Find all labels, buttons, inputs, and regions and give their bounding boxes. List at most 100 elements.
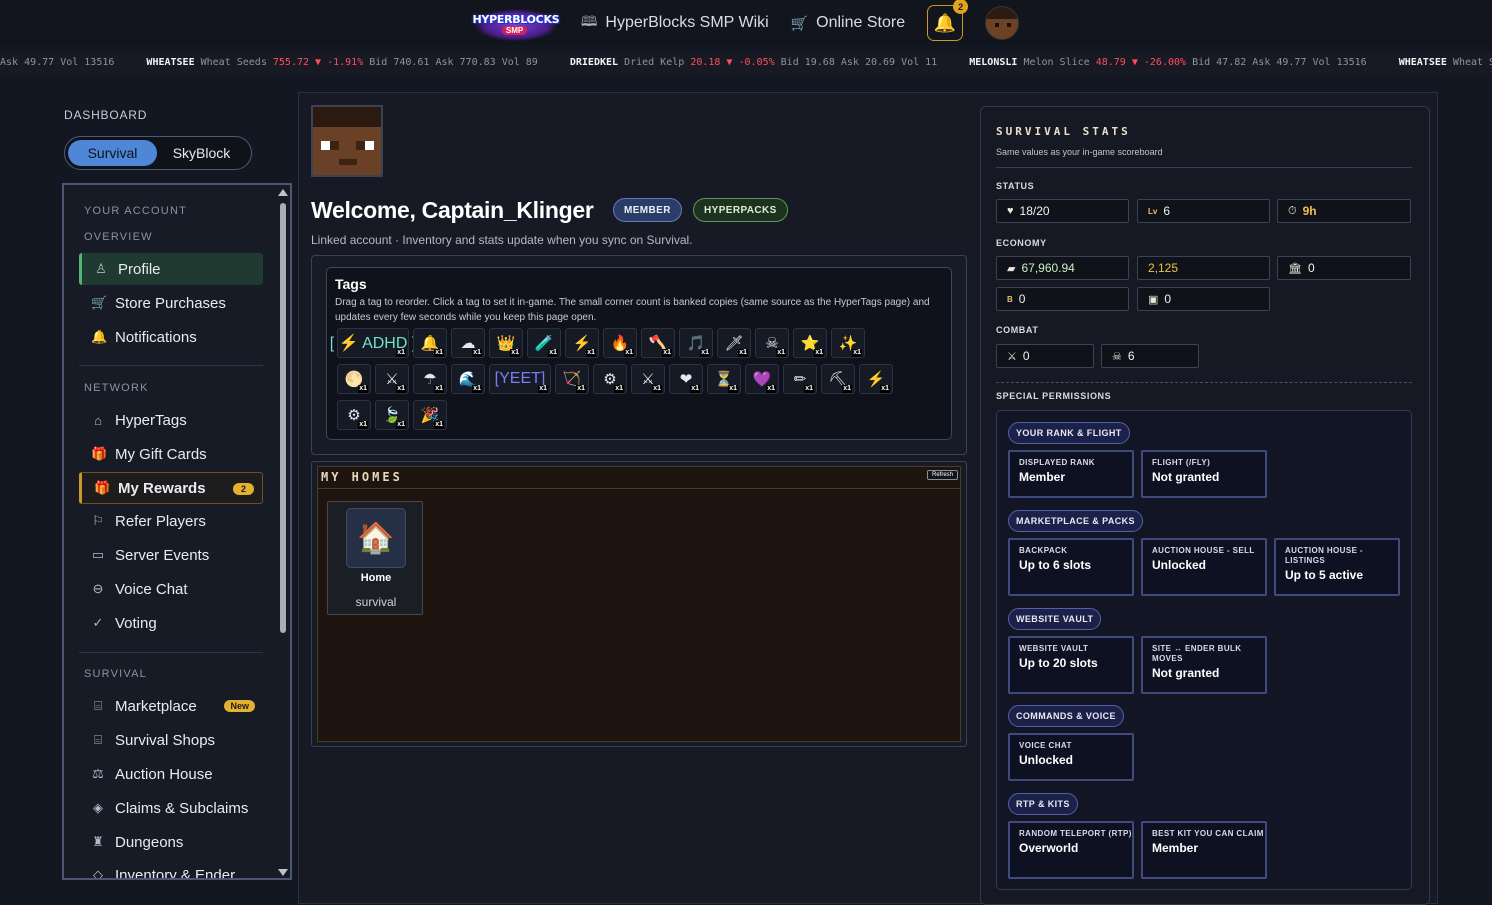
tag-item[interactable]: ✏ x1 [783, 364, 817, 394]
heart-icon: ♥ [1007, 205, 1014, 217]
tag-item[interactable]: ⚡ x1 [859, 364, 893, 394]
tag-item[interactable]: 🌕 x1 [337, 364, 371, 394]
level-stat: Lv 6 [1137, 199, 1270, 223]
sidebar-item-inventory[interactable]: ◇ Inventory & Ender [79, 859, 263, 880]
cart-icon: 🛒 [790, 14, 809, 31]
market-ticker: Ask 49.77 Vol 13516 WHEATSEE Wheat Seeds… [0, 52, 1492, 74]
wiki-link[interactable]: 🕮 HyperBlocks SMP Wiki [581, 11, 769, 35]
mode-survival-button[interactable]: Survival [68, 140, 157, 166]
notifications-button[interactable]: 🔔 2 [927, 0, 969, 41]
sidebar-item-server-events[interactable]: ▭ Server Events [79, 539, 263, 571]
layers-icon: ◈ [93, 800, 103, 815]
tag-count: x1 [434, 349, 444, 357]
store-link[interactable]: 🛒 Online Store [791, 14, 905, 32]
welcome-heading: Welcome, Captain_Klinger [311, 197, 594, 223]
box-icon: ◇ [93, 867, 103, 880]
tag-item[interactable]: 🍃 x1 [375, 400, 409, 430]
tag-item[interactable]: ⏳ x1 [707, 364, 741, 394]
perm-rtp: RANDOM TELEPORT (RTP) Overworld [1008, 821, 1134, 879]
ticker-item: MELONSLI Melon Slice 48.79 ▼ -26.00% Bid… [969, 57, 1367, 68]
sidebar-item-gift-cards[interactable]: 🎁 My Gift Cards [79, 438, 263, 470]
tags-card: Tags Drag a tag to reorder. Click a tag … [326, 267, 952, 440]
sidebar-item-claims[interactable]: ◈ Claims & Subclaims [79, 792, 263, 824]
mode-skyblock-button[interactable]: SkyBlock [157, 140, 246, 166]
scroll-up-arrow-icon[interactable] [278, 189, 288, 196]
tag-item[interactable]: ⛏ x1 [821, 364, 855, 394]
tag-count: x1 [842, 385, 852, 393]
shop-icon: ⌸ [94, 732, 102, 747]
tag-item[interactable]: ⚙ x1 [593, 364, 627, 394]
tag-item[interactable]: ⚙ x1 [337, 400, 371, 430]
sidebar-item-rewards[interactable]: 🎁 My Rewards 2 [79, 472, 263, 504]
gift-icon: 🎁 [94, 480, 111, 495]
refresh-button[interactable]: Refresh [926, 470, 958, 480]
ticker-item: DRIEDKEL Dried Kelp 20.18 ▼ -0.05% Bid 1… [569, 57, 938, 68]
tag-count: x1 [472, 385, 482, 393]
tag-item[interactable]: 🗡 x1 [717, 328, 751, 358]
category-rank-flight: YOUR RANK & FLIGHT [1008, 422, 1130, 444]
kills-stat: ⚔ 0 [996, 344, 1094, 368]
category-website-vault: WEBSITE VAULT [1008, 608, 1102, 630]
ticker-item: Ask 49.77 Vol 13516 [0, 57, 115, 68]
tag-item[interactable]: 🪓 x1 [641, 328, 675, 358]
minus-circle-icon: ⊖ [92, 581, 104, 596]
tag-item[interactable]: ☠ x1 [755, 328, 789, 358]
sidebar-item-voting[interactable]: ✓ Voting [79, 607, 263, 639]
tag-item[interactable]: 🔥 x1 [603, 328, 637, 358]
home-name: Home [360, 572, 392, 584]
scroll-thumb[interactable] [280, 203, 286, 633]
sidebar: DASHBOARD Survival SkyBlock [50, 96, 292, 170]
tag-item[interactable]: ❤ x1 [669, 364, 703, 394]
sidebar-item-dungeons[interactable]: ♜ Dungeons [79, 826, 263, 858]
shop-icon: ⌸ [94, 698, 102, 713]
gift-icon: 🎁 [91, 446, 108, 461]
home-card[interactable]: 🏠 Home survival [327, 501, 423, 615]
hyperpacks-badge: HYPERPACKS [693, 198, 788, 222]
permissions-box: YOUR RANK & FLIGHT DISPLAYED RANK Member … [996, 410, 1412, 890]
tag-item[interactable]: ⚔ x1 [375, 364, 409, 394]
tag-item[interactable]: 👑 x1 [489, 328, 523, 358]
house-icon: 🏠 [346, 508, 406, 568]
tag-item[interactable]: 🎵 x1 [679, 328, 713, 358]
tag-item[interactable]: ⚔ x1 [631, 364, 665, 394]
sidebar-nav: YOUR ACCOUNT OVERVIEW ♙ Profile 🛒 Store Pu… [62, 183, 292, 880]
tag-item[interactable]: 🧪 x1 [527, 328, 561, 358]
your-account-heading: YOUR ACCOUNT [84, 205, 188, 217]
sidebar-item-notifications[interactable]: 🔔 Notifications [79, 321, 263, 353]
tag-item[interactable]: 💜 x1 [745, 364, 779, 394]
cart-icon: 🛒 [91, 295, 108, 310]
sidebar-item-profile[interactable]: ♙ Profile [79, 253, 263, 285]
tag-item[interactable]: ☂ x1 [413, 364, 447, 394]
tag-count: x1 [804, 385, 814, 393]
category-rtp-kits: RTP & KITS [1008, 793, 1078, 815]
sidebar-item-voice-chat[interactable]: ⊖ Voice Chat [79, 573, 263, 605]
tag-adhd[interactable]: [ ⚡ ADHD ] x1 [330, 328, 416, 358]
tag-item[interactable]: ✨ x1 [831, 328, 865, 358]
tag-count: x1 [358, 385, 368, 393]
tag-item[interactable]: ⚡ x1 [565, 328, 599, 358]
perm-flight: FLIGHT (/FLY) Not granted [1141, 450, 1267, 498]
sidebar-scrollbar[interactable] [278, 189, 288, 876]
tag-yeet[interactable]: [YEET] x1 [489, 364, 551, 394]
scroll-down-arrow-icon[interactable] [278, 869, 288, 876]
sidebar-item-auction-house[interactable]: ⚖ Auction House [79, 758, 263, 790]
tag-item[interactable]: 🎉 x1 [413, 400, 447, 430]
site-logo[interactable]: HYPERBLOCKS SMP [473, 3, 560, 43]
sidebar-item-marketplace[interactable]: ⌸ Marketplace New [79, 690, 263, 722]
homes-card: MY HOMES Refresh 🏠 Home survival [317, 466, 961, 742]
sidebar-item-refer-players[interactable]: ⚐ Refer Players [79, 505, 263, 537]
tag-item[interactable]: 🌊 x1 [451, 364, 485, 394]
tag-item[interactable]: ⭐ x1 [793, 328, 827, 358]
user-avatar[interactable] [985, 6, 1020, 40]
card-stat: ▣ 0 [1137, 287, 1270, 311]
sidebar-item-survival-shops[interactable]: ⌸ Survival Shops [79, 724, 263, 756]
tag-count: x1 [510, 349, 520, 357]
tag-item[interactable]: 🔔 x1 [413, 328, 447, 358]
sidebar-item-store-purchases[interactable]: 🛒 Store Purchases [79, 287, 263, 319]
tag-item[interactable]: 🏹 x1 [555, 364, 589, 394]
tag-count: x1 [738, 349, 748, 357]
tag-count: x1 [690, 385, 700, 393]
tag-item[interactable]: ☁ x1 [451, 328, 485, 358]
sidebar-item-hypertags[interactable]: ⌂ HyperTags [79, 404, 263, 436]
perm-ah-listings: AUCTION HOUSE - LISTINGS Up to 5 active [1274, 538, 1400, 596]
